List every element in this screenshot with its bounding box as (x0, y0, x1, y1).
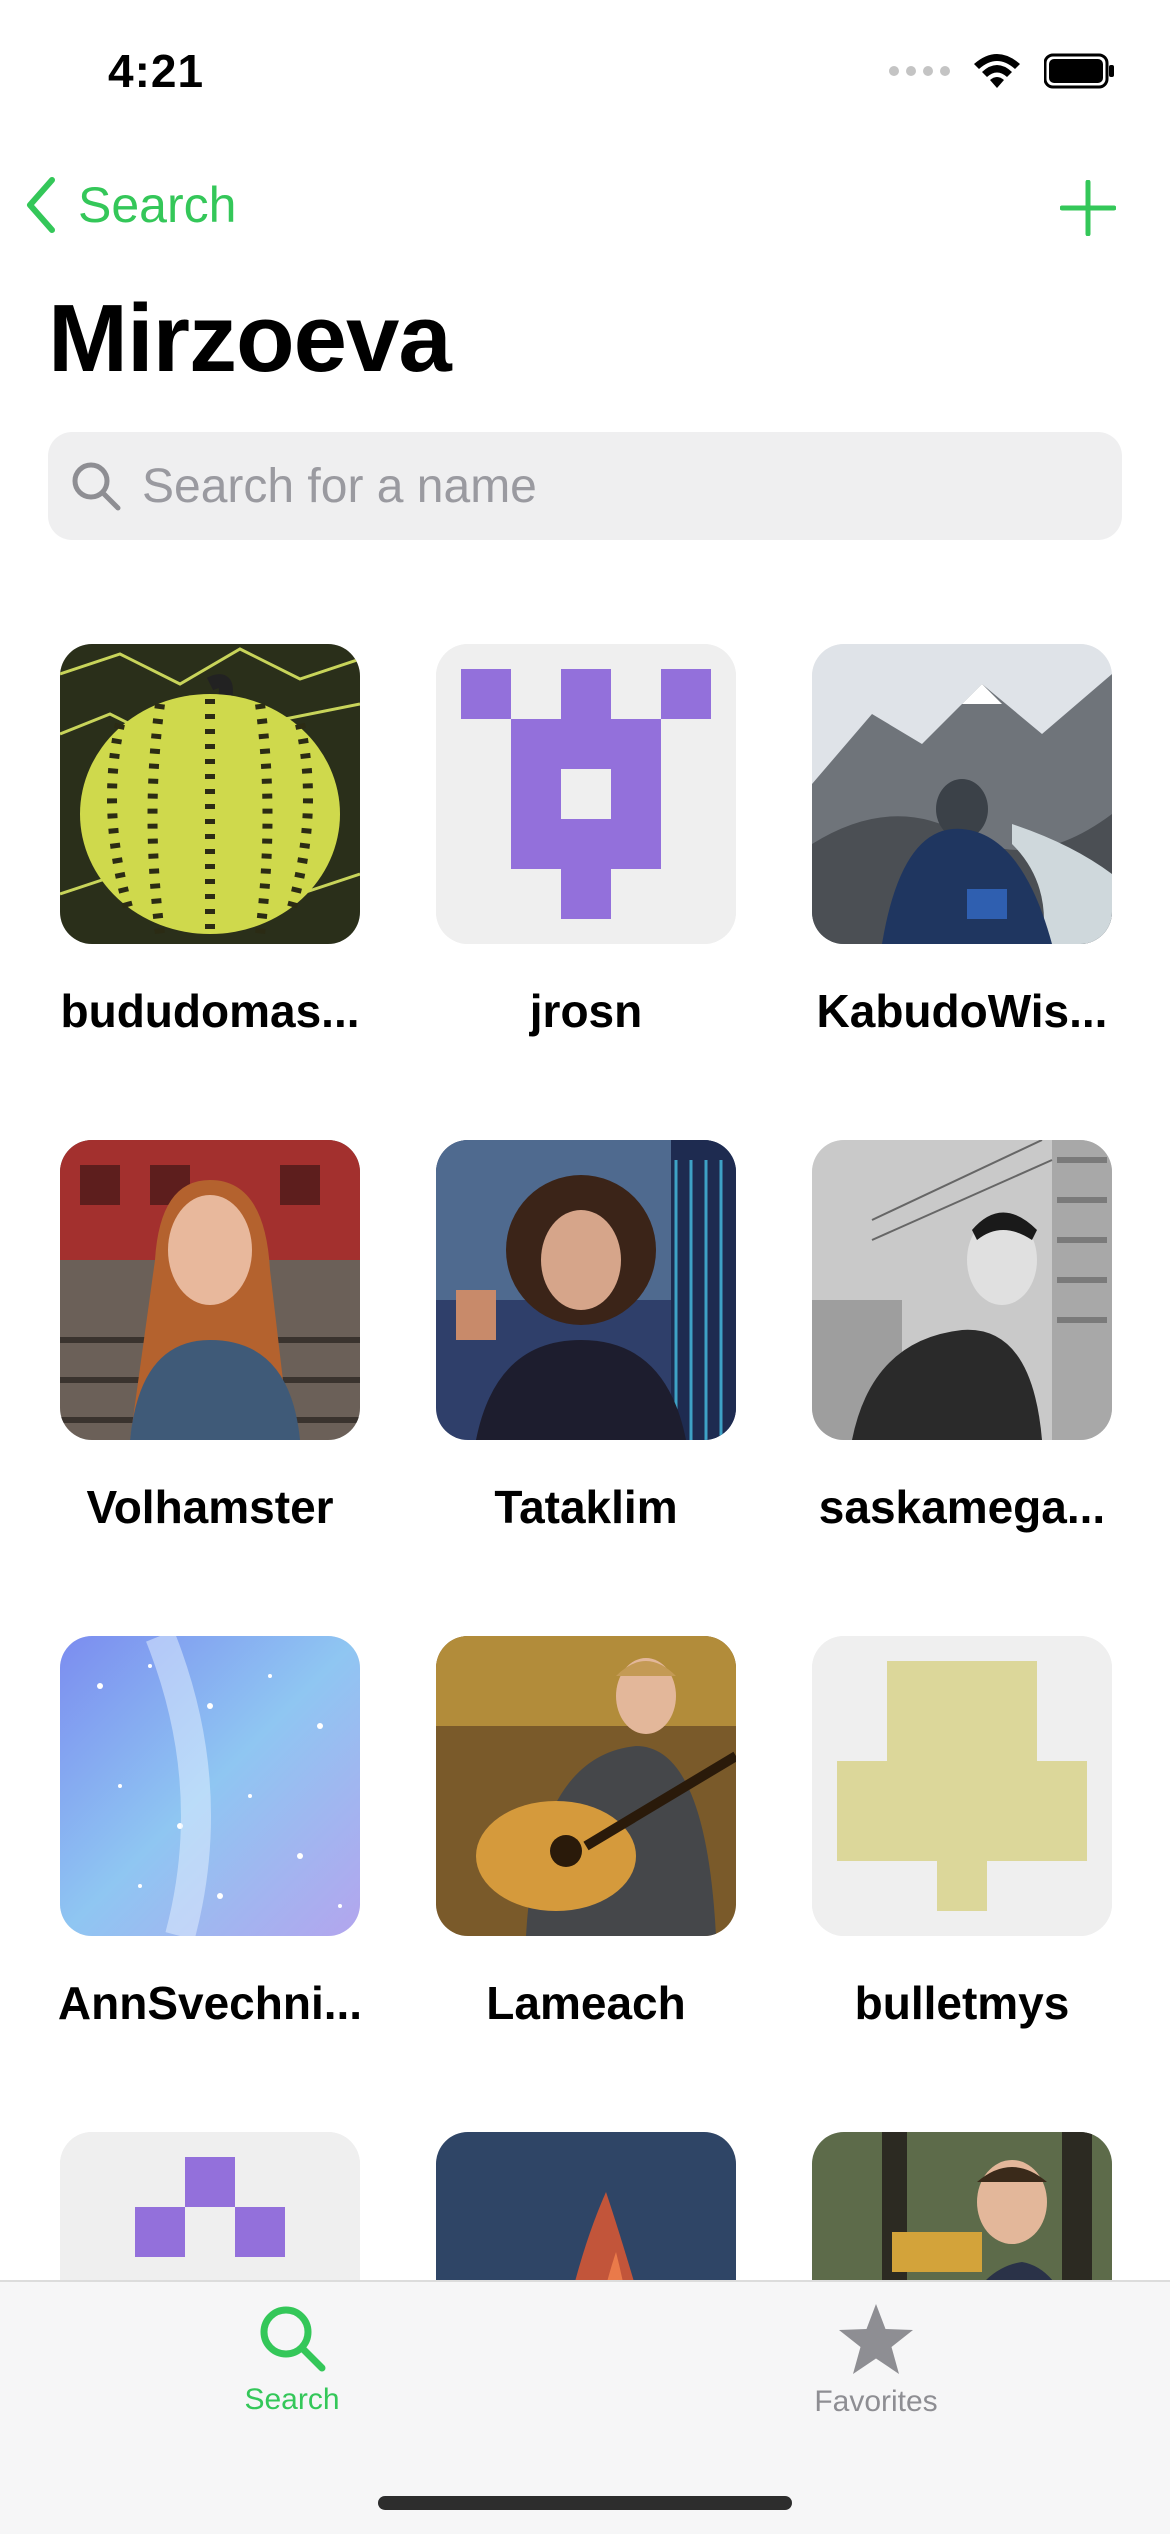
avatar (436, 1140, 736, 1440)
user-name: bulletmys (854, 1977, 1070, 2029)
avatar (812, 1140, 1112, 1440)
avatar (436, 2132, 736, 2280)
avatar (436, 644, 736, 944)
user-name: jrosn (529, 985, 643, 1037)
star-icon (839, 2304, 913, 2374)
avatar (60, 1140, 360, 1440)
avatar (60, 644, 360, 944)
avatar (436, 1636, 736, 1936)
users-grid: bududomas... jrosn KabudoWis... Volhamst… (0, 0, 1170, 2280)
user-name: Volhamster (86, 1481, 334, 1533)
user-name: KabudoWis... (816, 985, 1108, 1037)
tab-bar: Search Favorites (0, 2280, 1170, 2534)
user-name: Lameach (486, 1977, 686, 2029)
user-name: AnnSvechni... (57, 1977, 363, 2029)
tab-search[interactable]: Search (142, 2282, 442, 2432)
avatar (812, 2132, 1112, 2280)
user-name: saskamega... (818, 1481, 1106, 1533)
avatar (60, 1636, 360, 1936)
tab-label: Favorites (814, 2385, 938, 2418)
avatar (812, 644, 1112, 944)
user-name: bududomas... (60, 985, 360, 1037)
magnifier-icon (260, 2306, 326, 2372)
avatar (812, 1636, 1112, 1936)
tab-favorites[interactable]: Favorites (726, 2282, 1026, 2432)
home-indicator (378, 2496, 792, 2510)
tab-label: Search (244, 2383, 340, 2416)
user-name: Tataklim (494, 1481, 678, 1533)
avatar (60, 2132, 360, 2280)
